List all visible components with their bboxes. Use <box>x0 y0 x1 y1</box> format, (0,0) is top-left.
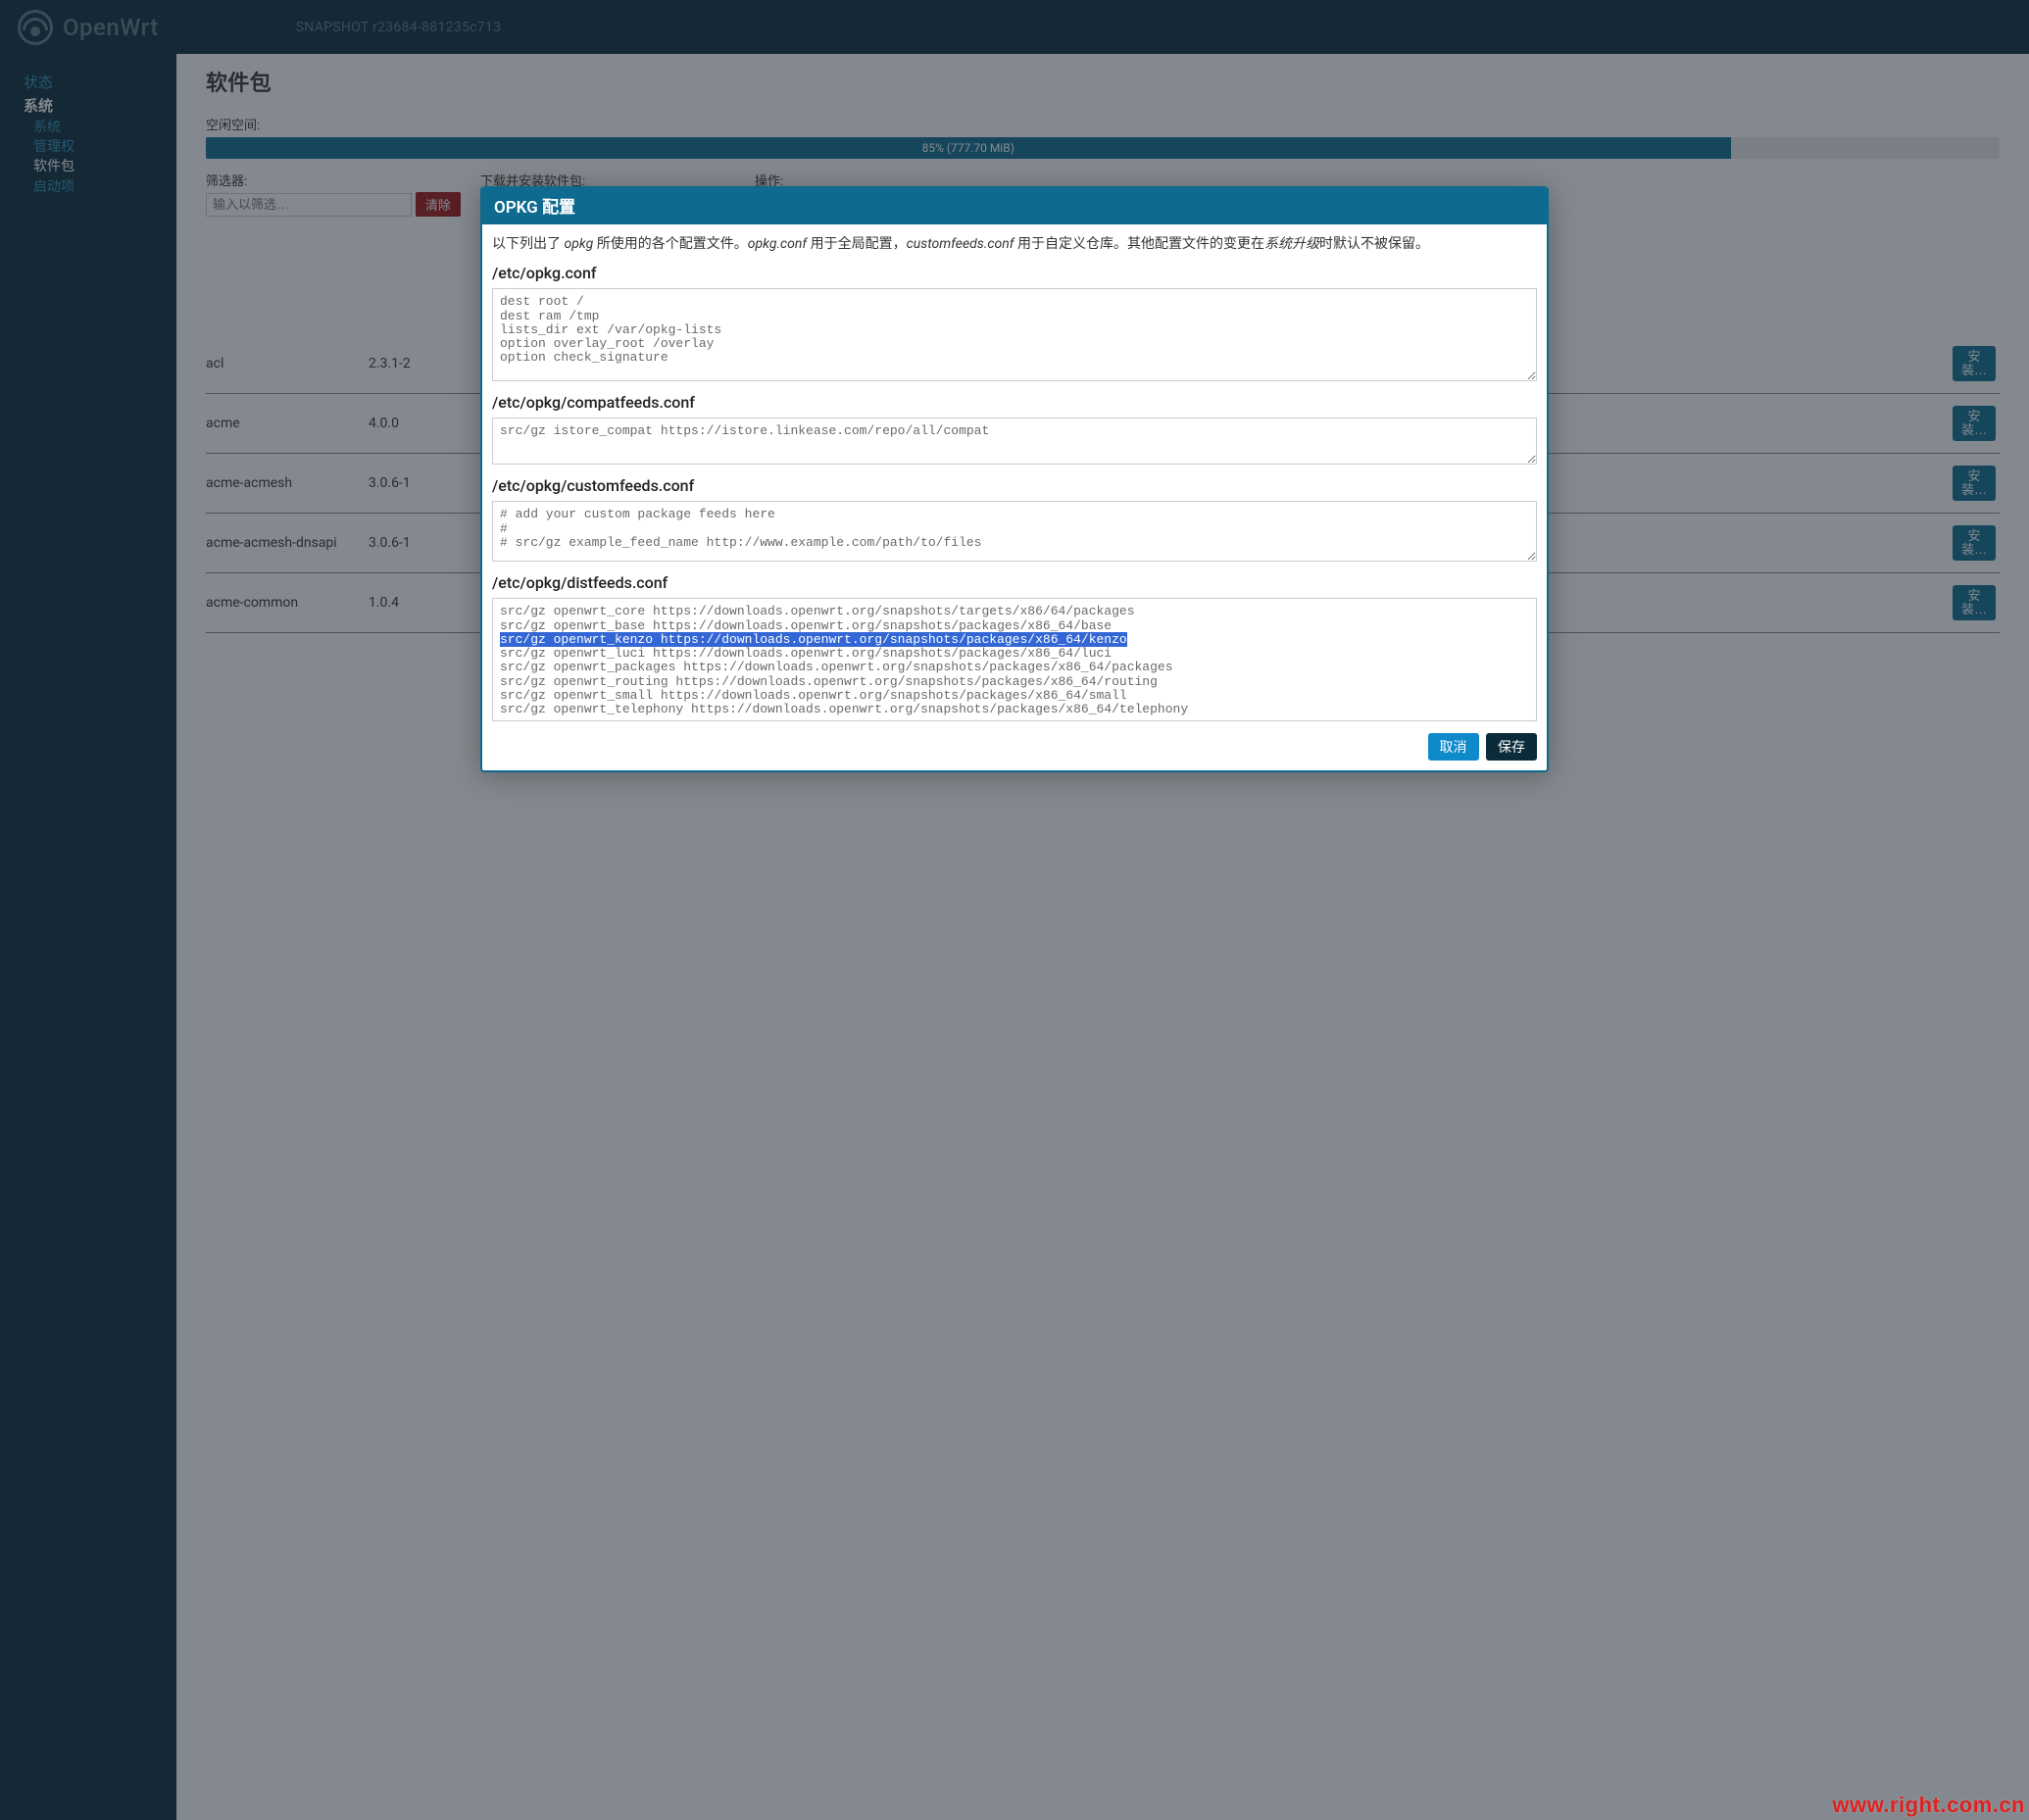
modal-save-button[interactable]: 保存 <box>1486 733 1537 761</box>
distfeeds-textarea[interactable]: src/gz openwrt_core https://downloads.op… <box>492 598 1537 721</box>
customfeeds-textarea[interactable] <box>492 501 1537 562</box>
compatfeeds-heading: /etc/opkg/compatfeeds.conf <box>492 393 1537 412</box>
modal-overlay: OPKG 配置 以下列出了 opkg 所使用的各个配置文件。opkg.conf … <box>0 0 2029 1820</box>
distfeeds-heading: /etc/opkg/distfeeds.conf <box>492 573 1537 592</box>
modal-body: 以下列出了 opkg 所使用的各个配置文件。opkg.conf 用于全局配置，c… <box>482 224 1547 727</box>
customfeeds-heading: /etc/opkg/customfeeds.conf <box>492 476 1537 495</box>
modal-title: OPKG 配置 <box>482 186 1547 224</box>
watermark: www.right.com.cn <box>1832 1793 2025 1818</box>
opkg-conf-heading: /etc/opkg.conf <box>492 264 1537 282</box>
modal-footer: 取消 保存 <box>482 727 1547 770</box>
opkg-conf-textarea[interactable] <box>492 288 1537 381</box>
modal-cancel-button[interactable]: 取消 <box>1428 733 1479 761</box>
opkg-config-modal: OPKG 配置 以下列出了 opkg 所使用的各个配置文件。opkg.conf … <box>480 186 1549 772</box>
compatfeeds-textarea[interactable] <box>492 418 1537 465</box>
modal-description: 以下列出了 opkg 所使用的各个配置文件。opkg.conf 用于全局配置，c… <box>492 234 1537 254</box>
